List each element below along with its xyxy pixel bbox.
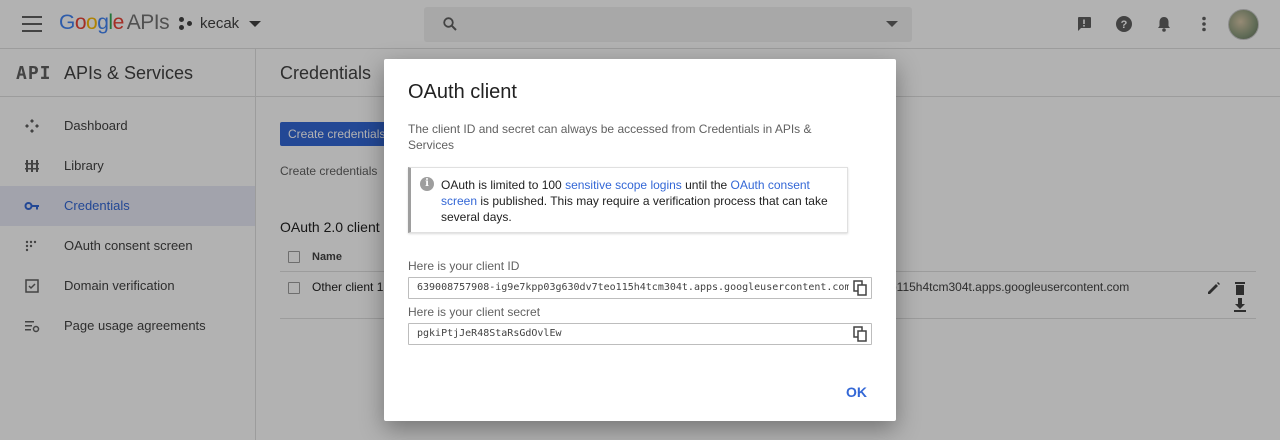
client-secret-value[interactable]: pgkiPtjJeR48StaRsGdOvlEw [417, 328, 849, 339]
sensitive-scope-logins-link[interactable]: sensitive scope logins [565, 178, 682, 192]
client-id-field[interactable]: 639008757908-ig9e7kpp03g630dv7teo115h4tc… [408, 277, 872, 299]
client-secret-field[interactable]: pgkiPtjJeR48StaRsGdOvlEw [408, 323, 872, 345]
notice-message: OAuth is limited to 100 sensitive scope … [441, 177, 836, 225]
info-icon: i [420, 177, 434, 191]
dialog-title: OAuth client [408, 81, 517, 103]
ok-button[interactable]: OK [846, 384, 867, 400]
client-id-value[interactable]: 639008757908-ig9e7kpp03g630dv7teo115h4tc… [417, 282, 849, 293]
oauth-client-dialog: OAuth client The client ID and secret ca… [384, 59, 896, 421]
oauth-limit-notice: i OAuth is limited to 100 sensitive scop… [408, 167, 848, 233]
notice-text-3: is published. This may require a verific… [441, 194, 828, 224]
dialog-description: The client ID and secret can always be a… [408, 122, 812, 152]
client-id-label: Here is your client ID [408, 259, 520, 273]
copy-client-id-icon[interactable] [852, 280, 868, 296]
copy-client-secret-icon[interactable] [852, 326, 868, 342]
notice-text-1: OAuth is limited to 100 [441, 178, 566, 192]
client-secret-label: Here is your client secret [408, 305, 541, 319]
notice-text-2: until the [681, 178, 731, 192]
